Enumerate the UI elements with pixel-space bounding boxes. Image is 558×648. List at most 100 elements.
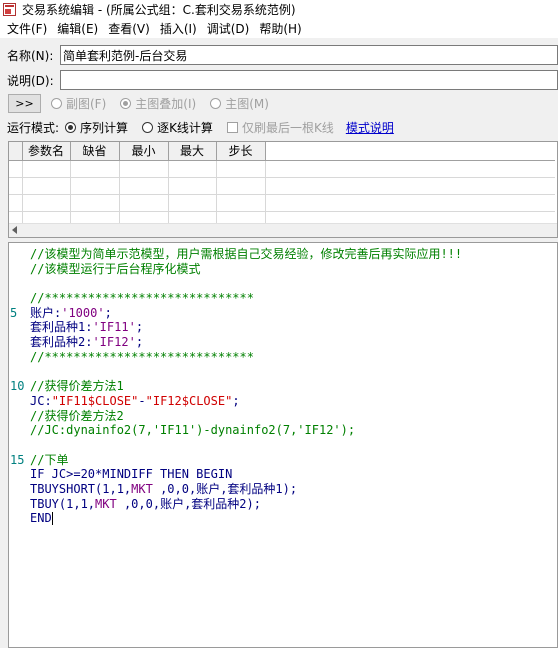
radio-main-overlay-label: 主图叠加(I) — [135, 96, 197, 111]
code-line[interactable]: 5 账户:'1000'; — [10, 305, 557, 321]
code-line[interactable] — [30, 365, 557, 380]
menu-help[interactable]: 帮助(H) — [254, 20, 306, 37]
radio-mainchart-label: 主图(M) — [225, 96, 269, 111]
code-line[interactable]: //***************************** — [30, 350, 557, 365]
code-line[interactable]: JC:"IF11$CLOSE"-"IF12$CLOSE"; — [30, 394, 557, 409]
radio-sequence-calc[interactable]: 序列计算 — [65, 119, 128, 136]
table-row[interactable] — [9, 177, 555, 195]
code-line[interactable]: TBUY(1,1,MKT ,0,0,账户,套利品种2); — [30, 497, 557, 512]
code-token: ; — [135, 335, 144, 350]
radio-subchart-label: 副图(F) — [66, 96, 107, 111]
menu-view[interactable]: 查看(V) — [103, 20, 155, 37]
code-token: "IF12$CLOSE" — [145, 393, 233, 408]
parameter-table[interactable]: 参数名 缺省 最小 最大 步长 — [8, 141, 558, 238]
code-line[interactable]: 10 //获得价差方法1 — [10, 379, 557, 394]
run-mode-label: 运行模式: — [7, 120, 60, 135]
radio-sequence-calc-label: 序列计算 — [80, 120, 129, 135]
code-token: ; — [104, 305, 112, 320]
code-token: JC: — [30, 393, 52, 408]
code-token: ; — [135, 320, 144, 335]
radio-per-bar-calc[interactable]: 逐K线计算 — [142, 119, 213, 136]
column-header[interactable]: 缺省 — [70, 142, 120, 161]
code-token: //下单 — [30, 452, 69, 467]
menu-debug[interactable]: 调试(D) — [202, 20, 255, 37]
code-token: //获得价差方法2 — [30, 408, 124, 423]
parameter-grid: 参数名 缺省 最小 最大 步长 — [9, 142, 555, 229]
code-line[interactable]: //JC:dynainfo2(7,'IF11')-dynainfo2(7,'IF… — [30, 423, 557, 438]
code-token: //获得价差方法1 — [30, 379, 124, 394]
code-token: 套利品种2: — [30, 335, 93, 350]
display-radio-group: 副图(F) 主图叠加(I) 主图(M) — [51, 95, 283, 112]
menu-file[interactable]: 文件(F) — [2, 20, 52, 37]
code-token: IF JC>=20*MINDIFF THEN BEGIN — [30, 467, 233, 482]
radio-main-overlay[interactable]: 主图叠加(I) — [120, 95, 196, 112]
code-line[interactable]: 15 //下单 — [10, 452, 557, 468]
app-icon — [3, 2, 16, 16]
code-token: 账户: — [30, 305, 62, 320]
column-header[interactable]: 最小 — [119, 142, 169, 161]
line-number-gutter — [9, 243, 29, 647]
table-row[interactable] — [9, 160, 555, 178]
code-line[interactable]: //该模型为简单示范模型，用户需根据自己交易经验，修改完善后再实际应用!!! — [30, 247, 557, 262]
description-label: 说明(D): — [7, 73, 54, 88]
radio-dot — [210, 97, 222, 109]
radio-subchart[interactable]: 副图(F) — [51, 95, 106, 112]
code-line[interactable]: //***************************** — [30, 291, 557, 306]
mode-help-link[interactable]: 模式说明 — [346, 119, 394, 136]
code-token: ; — [232, 393, 240, 408]
column-header[interactable]: 参数名 — [22, 142, 71, 161]
code-token: //该模型为简单示范模型，用户需根据自己交易经验，修改完善后再实际应用!!! — [30, 247, 463, 261]
radio-dot — [51, 97, 62, 109]
code-line[interactable] — [30, 438, 557, 453]
code-line[interactable]: 套利品种2:'IF12'; — [30, 335, 557, 350]
code-line[interactable]: 套利品种1:'IF11'; — [30, 320, 557, 335]
table-header-row: 参数名 缺省 最小 最大 步长 — [9, 142, 555, 161]
code-token: //JC:dynainfo2(7,'IF11')-dynainfo2(7,'IF… — [30, 423, 356, 438]
code-token: - — [138, 393, 146, 408]
code-line[interactable]: TBUYSHORT(1,1,MKT ,0,0,账户,套利品种1); — [30, 482, 557, 497]
code-token: '1000' — [61, 305, 105, 320]
title-bar: 交易系统编辑 - (所属公式组：C.套利交易系统范例) — [0, 0, 558, 18]
checkbox-box — [226, 121, 238, 133]
column-header[interactable]: 最大 — [168, 142, 217, 161]
code-line[interactable]: //获得价差方法2 — [30, 409, 557, 424]
menu-insert[interactable]: 插入(I) — [155, 20, 202, 37]
radio-dot — [142, 121, 154, 133]
code-line[interactable]: IF JC>=20*MINDIFF THEN BEGIN — [30, 467, 557, 482]
window-title: 交易系统编辑 - (所属公式组：C.套利交易系统范例) — [22, 2, 296, 17]
menu-bar: 文件(F) 编辑(E) 查看(V) 插入(I) 调试(D) 帮助(H) — [0, 18, 558, 38]
name-input[interactable] — [60, 45, 558, 65]
menu-edit[interactable]: 编辑(E) — [52, 20, 103, 37]
display-toolbar: >> 副图(F) 主图叠加(I) 主图(M) — [0, 92, 558, 114]
code-token: ,0,0,账户,套利品种1); — [152, 482, 298, 496]
description-input[interactable] — [60, 70, 558, 90]
code-line[interactable]: //该模型运行于后台程序化模式 — [30, 262, 557, 277]
name-row: 名称(N): — [0, 44, 558, 66]
radio-dot-selected — [65, 121, 77, 133]
code-token: TBUY(1,1, — [30, 496, 96, 511]
name-label: 名称(N): — [7, 48, 54, 63]
table-row[interactable] — [9, 194, 555, 212]
text-caret — [51, 512, 53, 526]
corner-cell — [9, 142, 23, 161]
last-bar-checkbox[interactable]: 仅刷最后一根K线 — [226, 119, 334, 136]
radio-per-bar-calc-label: 逐K线计算 — [157, 120, 213, 135]
code-token: 套利品种1: — [30, 320, 93, 335]
line-number: 5 — [10, 305, 18, 320]
more-button[interactable]: >> — [8, 93, 41, 113]
column-header[interactable]: 步长 — [216, 142, 266, 161]
code-token: "IF11$CLOSE" — [51, 393, 139, 408]
code-token: MKT — [95, 496, 117, 511]
code-area[interactable]: //该模型为简单示范模型，用户需根据自己交易经验，修改完善后再实际应用!!!//… — [10, 247, 557, 526]
code-token: 'IF11' — [92, 320, 136, 335]
line-number: 10 — [10, 379, 25, 394]
code-line[interactable]: END — [30, 511, 557, 526]
radio-mainchart[interactable]: 主图(M) — [210, 95, 269, 112]
scroll-left-arrow-icon[interactable] — [12, 226, 17, 234]
horizontal-scrollbar[interactable] — [9, 223, 557, 237]
code-line[interactable] — [30, 276, 557, 291]
code-token: //该模型运行于后台程序化模式 — [30, 261, 201, 276]
code-token: END — [30, 511, 52, 526]
code-token: TBUYSHORT(1,1, — [30, 482, 132, 496]
code-editor[interactable]: //该模型为简单示范模型，用户需根据自己交易经验，修改完善后再实际应用!!!//… — [8, 242, 558, 648]
